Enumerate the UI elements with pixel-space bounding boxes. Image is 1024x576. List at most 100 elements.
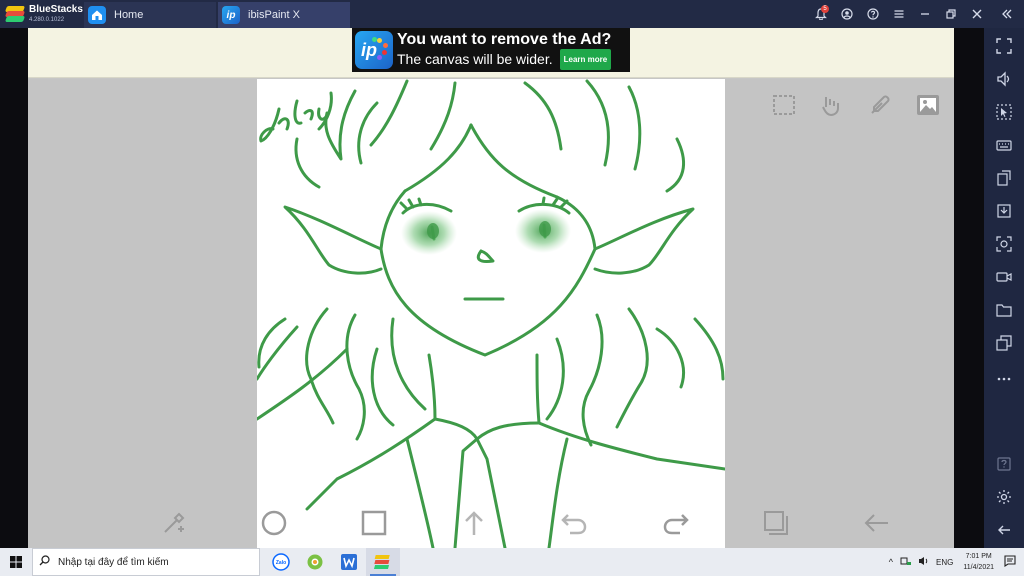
undo-button[interactable] [558, 507, 590, 539]
layers-icon [764, 511, 788, 535]
ad-banner[interactable]: ip You want to remove the Ad? The canvas… [352, 28, 630, 72]
help-square-icon [997, 457, 1011, 471]
screenshot-button[interactable] [992, 232, 1016, 256]
taskbar-zalo[interactable]: Zalo [264, 548, 298, 576]
emulator-screen: ip You want to remove the Ad? The canvas… [28, 28, 954, 548]
taskbar-search-box[interactable]: Nhập tại đây để tìm kiếm [32, 548, 260, 576]
ibispaint-logo-icon: ip [355, 31, 393, 69]
more-button[interactable] [992, 367, 1016, 391]
windows-logo-icon [10, 556, 22, 568]
redo-icon [663, 514, 689, 535]
notification-button[interactable]: 5 [808, 0, 834, 28]
tab-ibispaint[interactable]: ip ibisPaint X [218, 2, 350, 28]
search-placeholder: Nhập tại đây để tìm kiếm [58, 556, 169, 568]
account-button[interactable] [834, 0, 860, 28]
network-icon[interactable] [897, 556, 915, 568]
volume-icon [997, 71, 1010, 87]
artboard[interactable] [257, 79, 725, 548]
sidebar-help-button[interactable] [992, 452, 1016, 476]
folder-icon [996, 304, 1012, 317]
record-button[interactable] [992, 265, 1016, 289]
fullscreen-button[interactable] [992, 34, 1016, 58]
notification-center-icon[interactable] [1000, 555, 1024, 569]
brush-tool-button[interactable] [158, 507, 190, 539]
search-icon [39, 555, 50, 569]
cursor-icon [996, 104, 1012, 120]
ibispaint-icon: ip [222, 6, 240, 24]
apk-icon [997, 170, 1011, 186]
menu-button[interactable] [886, 0, 912, 28]
arrow-up-icon [465, 511, 483, 535]
home-icon [88, 6, 106, 24]
close-button[interactable] [964, 0, 990, 28]
hamburger-icon [894, 10, 904, 18]
fullscreen-icon [996, 38, 1012, 54]
help-icon [867, 8, 879, 20]
speaker-icon[interactable] [915, 556, 932, 568]
back-button[interactable] [860, 507, 892, 539]
brand-version: 4.280.0.1022 [29, 17, 65, 23]
settings-button[interactable] [992, 485, 1016, 509]
bluestacks-logo-icon [4, 6, 26, 22]
keyboard-button[interactable] [992, 133, 1016, 157]
clock[interactable]: 7:01 PM 11/4/2021 [957, 551, 1000, 573]
restore-icon [946, 9, 956, 19]
bluestacks-logo: BlueStacks 4.280.0.1022 [0, 0, 84, 28]
media-folder-button[interactable] [992, 298, 1016, 322]
word-icon [341, 554, 357, 570]
tab-home-label: Home [114, 9, 144, 21]
more-dots-icon [997, 377, 1011, 381]
zalo-icon: Zalo [272, 553, 290, 571]
browser-icon [307, 554, 323, 570]
collapse-sidebar-button[interactable] [990, 0, 1024, 28]
volume-button[interactable] [992, 67, 1016, 91]
android-back-button[interactable] [992, 518, 1016, 542]
taskbar-word[interactable] [332, 548, 366, 576]
save-button[interactable] [992, 199, 1016, 223]
brush-icon [164, 512, 185, 533]
arrow-left-icon [864, 514, 888, 532]
color-button[interactable] [258, 507, 290, 539]
restore-button[interactable] [938, 0, 964, 28]
ad-subline: The canvas will be wider. [397, 50, 553, 67]
clock-time: 7:01 PM [965, 553, 992, 560]
undo-icon [561, 514, 587, 535]
ad-learn-more-button[interactable]: Learn more [559, 48, 612, 70]
back-arrow-icon [998, 525, 1010, 535]
canvas-area[interactable] [28, 79, 954, 548]
selection-tool-button[interactable] [768, 89, 800, 121]
image-icon [917, 95, 939, 115]
language-indicator[interactable]: ENG [932, 558, 957, 567]
chevron-up-icon[interactable]: ^ [885, 557, 897, 567]
close-icon [972, 9, 982, 19]
line-art-drawing [257, 79, 725, 548]
selection-rectangle-icon [773, 95, 795, 115]
system-tray: ^ ENG 7:01 PM 11/4/2021 [885, 548, 1024, 576]
camera-icon [996, 236, 1012, 252]
multi-instance-button[interactable] [992, 331, 1016, 355]
pointer-button[interactable] [992, 100, 1016, 124]
square-icon [361, 510, 387, 536]
download-icon [997, 204, 1011, 218]
screen-border-right [954, 28, 984, 548]
taskbar-bluestacks[interactable] [366, 548, 400, 576]
keyboard-icon [996, 140, 1012, 151]
help-button[interactable] [860, 0, 886, 28]
shape-button[interactable] [358, 507, 390, 539]
tab-home[interactable]: Home [84, 2, 216, 28]
clock-date: 11/4/2021 [963, 564, 994, 571]
eyedropper-tool-button[interactable] [864, 89, 896, 121]
redo-button[interactable] [660, 507, 692, 539]
start-button[interactable] [0, 548, 32, 576]
reference-image-button[interactable] [912, 89, 944, 121]
upload-button[interactable] [458, 507, 490, 539]
minimize-button[interactable] [912, 0, 938, 28]
hand-tool-button[interactable] [816, 89, 848, 121]
install-apk-button[interactable] [992, 166, 1016, 190]
tab-ibispaint-label: ibisPaint X [248, 9, 300, 21]
minimize-icon [921, 13, 929, 15]
eyedropper-icon [871, 95, 890, 114]
taskbar-coccoc[interactable] [298, 548, 332, 576]
layers-button[interactable] [760, 507, 792, 539]
multi-instance-icon [996, 335, 1012, 351]
